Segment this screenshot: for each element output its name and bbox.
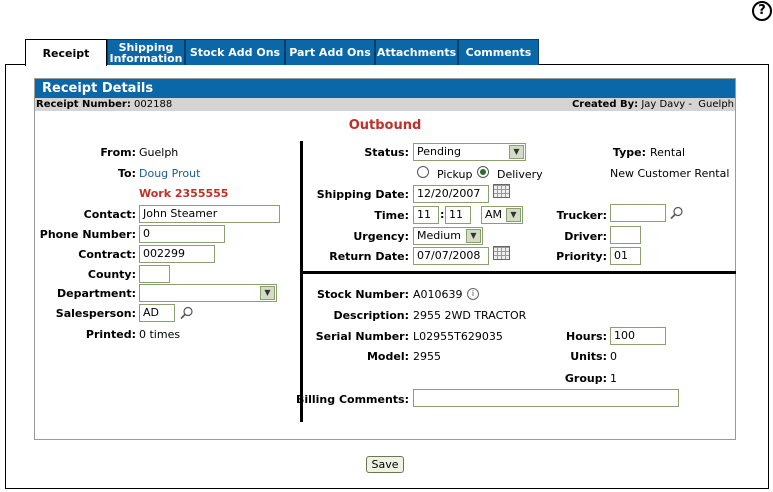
salesperson-input[interactable]: AD [139, 304, 175, 322]
search-icon[interactable] [180, 306, 194, 320]
delivery-label: Delivery [497, 168, 543, 181]
info-icon[interactable]: i [467, 288, 479, 300]
ampm-value: AM [485, 208, 503, 221]
contact-input[interactable]: John Steamer [139, 205, 280, 223]
urgency-label: Urgency: [353, 230, 409, 243]
calendar-icon[interactable] [493, 184, 510, 198]
contract-label: Contract: [78, 248, 136, 261]
from-value: Guelph [139, 146, 179, 159]
return-date-input[interactable]: 07/07/2008 [413, 247, 489, 265]
calendar-icon[interactable] [493, 246, 510, 260]
department-select[interactable]: ▼ [139, 284, 277, 302]
vertical-divider [300, 141, 303, 422]
group-label: Group: [564, 372, 607, 385]
stock-number-value: A010639 [413, 288, 463, 301]
pickup-label: Pickup [437, 168, 473, 181]
time-separator: : [440, 208, 445, 221]
time-minute-input[interactable]: 11 [445, 206, 471, 224]
phone-input[interactable]: 0 [139, 225, 225, 243]
chevron-down-icon: ▼ [466, 229, 481, 243]
created-by-text: Created By: Jay Davy - Guelph [571, 99, 734, 110]
status-label: Status: [364, 146, 409, 159]
tab-comments[interactable]: Comments [458, 39, 539, 65]
to-link[interactable]: Doug Prout [139, 167, 200, 180]
description-value: 2955 2WD TRACTOR [413, 309, 527, 322]
model-label: Model: [366, 350, 409, 363]
save-button[interactable]: Save [366, 456, 404, 473]
customer-note: New Customer Rental [610, 167, 730, 180]
urgency-value: Medium [417, 229, 461, 242]
ampm-select[interactable]: AM ▼ [481, 206, 523, 224]
urgency-select[interactable]: Medium ▼ [413, 227, 483, 245]
tab-label: Comments [465, 46, 532, 59]
to-label: To: [118, 167, 136, 180]
trucker-label: Trucker: [556, 209, 607, 222]
tab-label: Shipping Information [109, 40, 183, 65]
status-value: Pending [417, 145, 461, 158]
tab-stock-add-ons[interactable]: Stock Add Ons [185, 39, 285, 65]
tab-label: Part Add Ons [289, 46, 371, 59]
units-value: 0 [610, 350, 617, 363]
driver-label: Driver: [564, 230, 607, 243]
chevron-down-icon: ▼ [506, 208, 521, 222]
shipping-date-label: Shipping Date: [316, 188, 409, 201]
driver-input[interactable] [610, 226, 641, 244]
chevron-down-icon: ▼ [509, 145, 524, 159]
billing-comments-input[interactable] [413, 389, 679, 407]
return-date-label: Return Date: [329, 250, 409, 263]
county-label: County: [87, 268, 136, 281]
chevron-down-icon: ▼ [260, 286, 275, 300]
horizontal-divider [302, 271, 736, 274]
priority-input[interactable]: 01 [610, 247, 641, 265]
tab-part-add-ons[interactable]: Part Add Ons [285, 39, 375, 65]
from-label: From: [100, 146, 136, 159]
trucker-input[interactable] [610, 204, 666, 222]
model-value: 2955 [413, 350, 441, 363]
salesperson-label: Salesperson: [55, 307, 136, 320]
panel-title: Receipt Details [35, 79, 735, 98]
serial-number-label: Serial Number: [315, 330, 409, 343]
tab-shipping-information[interactable]: Shipping Information [107, 39, 185, 65]
serial-number-value: L02955T629035 [413, 330, 503, 343]
phone-label: Phone Number: [39, 228, 136, 241]
time-label: Time: [374, 209, 409, 222]
hours-input[interactable]: 100 [610, 327, 666, 345]
printed-value: 0 times [139, 328, 181, 341]
receipt-number-text: Receipt Number: 002188 [36, 99, 173, 110]
type-value: Rental [650, 146, 685, 159]
pickup-radio[interactable] [417, 166, 429, 178]
tab-receipt[interactable]: Receipt [25, 39, 107, 66]
delivery-radio[interactable] [477, 166, 489, 178]
tab-label: Receipt [42, 46, 90, 60]
priority-label: Priority: [556, 250, 607, 263]
printed-label: Printed: [85, 328, 136, 341]
billing-comments-label: Billing Comments: [295, 393, 409, 406]
units-label: Units: [570, 350, 607, 363]
tab-attachments[interactable]: Attachments [375, 39, 458, 65]
status-select[interactable]: Pending ▼ [413, 143, 526, 161]
time-hour-input[interactable]: 11 [413, 206, 439, 224]
type-label: Type: [612, 146, 646, 159]
hours-label: Hours: [566, 330, 607, 343]
contract-input[interactable]: 002299 [139, 245, 215, 263]
shipping-date-input[interactable]: 12/20/2007 [413, 185, 489, 203]
work-order-label: Work 2355555 [139, 187, 229, 200]
department-label: Department: [57, 287, 136, 300]
description-label: Description: [333, 309, 409, 322]
direction-label: Outbound [348, 118, 422, 133]
tab-label: Attachments [376, 46, 457, 59]
stock-number-label: Stock Number: [316, 288, 409, 301]
help-icon[interactable]: ? [752, 1, 772, 21]
contact-label: Contact: [83, 208, 136, 221]
county-input[interactable] [139, 265, 170, 283]
receipt-info-bar: Receipt Number: 002188 Created By: Jay D… [35, 98, 735, 111]
search-icon[interactable] [670, 206, 684, 220]
group-value: 1 [610, 372, 617, 385]
tab-label: Stock Add Ons [189, 46, 281, 59]
